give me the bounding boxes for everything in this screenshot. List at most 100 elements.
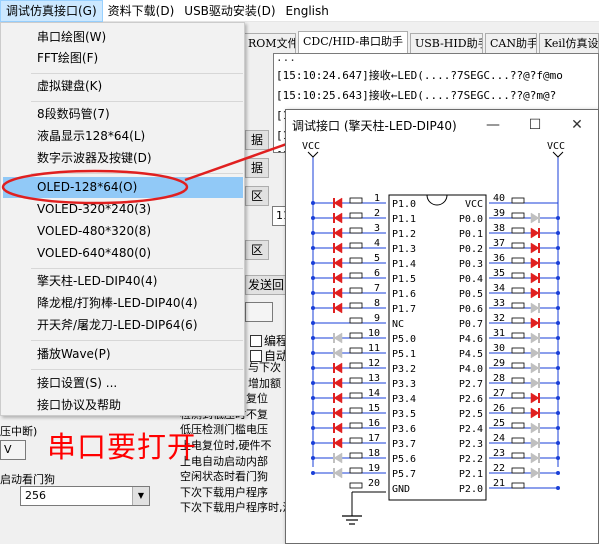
menu-item-play-wave[interactable]: 播放Wave(P) [3, 344, 243, 365]
pin-name: P4.6 [459, 334, 483, 345]
data-button-2[interactable]: 据 [245, 158, 269, 178]
pin-number: 18 [368, 448, 380, 459]
menu-item-serial-plot[interactable]: 串口绘图(W) [3, 27, 243, 48]
pin-name: P4.0 [459, 364, 483, 375]
led-gray [530, 212, 540, 224]
pin-name: P0.1 [459, 229, 483, 240]
led-gray [333, 452, 343, 464]
vcc-left-label: VCC [302, 141, 320, 152]
pin-number: 20 [368, 478, 380, 489]
led-gray [530, 332, 540, 344]
led-red [333, 392, 343, 404]
resistor [511, 272, 525, 279]
led-red [333, 407, 343, 419]
pin-name: P2.4 [459, 424, 483, 435]
pin-number: 40 [493, 193, 505, 204]
menu-item-xianglonggun-dip40[interactable]: 降龙棍/打狗棒-LED-DIP40(4) [3, 293, 243, 314]
pin-name: P0.4 [459, 274, 483, 285]
resistor [511, 452, 525, 459]
resistor [349, 437, 363, 444]
voltage-field[interactable]: V [0, 440, 26, 460]
pin-name: P5.0 [392, 334, 416, 345]
close-icon[interactable]: ✕ [556, 110, 598, 140]
menu-item-voled-320x240[interactable]: VOLED-320*240(3) [3, 199, 243, 220]
menubar: 调试仿真接口(G) 资料下载(D) USB驱动安装(D) English [0, 0, 599, 22]
log-line: [15:10:24.647]接收←LED(....?7SEGC...??@?f@… [276, 69, 563, 82]
low-voltage-label: 压中断) [0, 425, 38, 438]
pin-name: P0.5 [459, 289, 483, 300]
pin-name: P1.6 [392, 289, 416, 300]
menu-downloads[interactable]: 资料下载(D) [103, 0, 180, 22]
menu-item-virtual-keyboard[interactable]: 虚拟键盘(K) [3, 76, 243, 97]
led-gray [530, 362, 540, 374]
menu-debug-interface[interactable]: 调试仿真接口(G) [0, 0, 103, 22]
menu-item-interface-settings[interactable]: 接口设置(S) ... [3, 373, 243, 394]
pin-number: 17 [368, 433, 380, 444]
pin-number: 22 [493, 463, 505, 474]
pin-number: 2 [374, 208, 380, 219]
pin-number: 9 [374, 313, 380, 324]
menu-item-oscilloscope[interactable]: 数字示波器及按键(D) [3, 148, 243, 169]
resistor [349, 392, 363, 399]
tab-can[interactable]: CAN助手 [485, 33, 537, 54]
pin-number: 12 [368, 358, 380, 369]
pin-number: 37 [493, 238, 505, 249]
tab-rom-file[interactable]: ROM文件 [243, 33, 296, 54]
maximize-icon[interactable]: ☐ [514, 110, 556, 140]
tab-keil-sim[interactable]: Keil仿真设 [539, 33, 599, 54]
watchdog-combo[interactable]: 256 ▼ [20, 486, 150, 506]
pin-number: 21 [493, 478, 505, 489]
pin-name: P4.5 [459, 349, 483, 360]
data-button-1[interactable]: 据 [245, 130, 269, 150]
led-red [333, 377, 343, 389]
resistor [349, 467, 363, 474]
clear-button-2[interactable]: 区 [245, 240, 269, 260]
menu-item-voled-640x480[interactable]: VOLED-640*480(0) [3, 243, 243, 264]
watchdog-label: 启动看门狗 [0, 473, 55, 486]
dip40-schematic: VCC VCC 1 P1.0 2 P1.1 3 P1.2 4 P1.3 5 P1.4 6 P1.5 7 P… [302, 141, 565, 525]
menu-item-kaitianfu-dip64[interactable]: 开天斧/屠龙刀-LED-DIP64(6) [3, 315, 243, 336]
led-red [530, 227, 540, 239]
resistor [349, 257, 363, 264]
menu-item-lcd-128x64[interactable]: 液晶显示128*64(L) [3, 126, 243, 147]
led-red [333, 227, 343, 239]
led-red [333, 437, 343, 449]
clear-button-1[interactable]: 区 [245, 186, 269, 206]
tab-usb-hid[interactable]: USB-HID助手 [410, 33, 483, 54]
pin-number: 10 [368, 328, 380, 339]
pin-name: P2.0 [459, 484, 483, 495]
menu-item-7seg[interactable]: 8段数码管(7) [3, 104, 243, 125]
minimize-icon[interactable]: — [472, 110, 514, 140]
menu-item-fft-plot[interactable]: FFT绘图(F) [3, 48, 243, 69]
menu-item-oled-128x64[interactable]: OLED-128*64(O) [3, 177, 243, 198]
pin-name: P2.5 [459, 409, 483, 420]
pin-number: 31 [493, 328, 505, 339]
chevron-down-icon[interactable]: ▼ [132, 487, 149, 505]
pin-number: 6 [374, 268, 380, 279]
note-line: 空闲状态时看门狗 [180, 470, 268, 484]
menu-item-protocol-help[interactable]: 接口协议及帮助 [3, 395, 243, 416]
pin-name: P0.7 [459, 319, 483, 330]
resistor [511, 347, 525, 354]
menu-item-qingtianzhu-dip40[interactable]: 擎天柱-LED-DIP40(4) [3, 271, 243, 292]
window-titlebar[interactable]: 调试接口 (擎天柱-LED-DIP40) — ☐ ✕ [286, 110, 598, 140]
menu-english[interactable]: English [281, 0, 334, 22]
log-line: [15:10:25.643]接收←LED(....?7SEGC...??@?m@… [276, 89, 557, 102]
menu-item-voled-480x320[interactable]: VOLED-480*320(8) [3, 221, 243, 242]
dropdown-field[interactable] [245, 302, 273, 322]
pin-number: 26 [493, 403, 505, 414]
pin-number: 30 [493, 343, 505, 354]
pin-number: 23 [493, 448, 505, 459]
resistor [349, 242, 363, 249]
combo-value: 256 [25, 489, 46, 502]
resistor [511, 332, 525, 339]
menu-usb-driver[interactable]: USB驱动安装(D) [179, 0, 280, 22]
pin-name: P3.6 [392, 424, 416, 435]
resistor [511, 317, 525, 324]
resistor [511, 377, 525, 384]
tab-cdc-hid-serial[interactable]: CDC/HID-串口助手 [298, 31, 408, 55]
send-field[interactable]: 11 [272, 206, 286, 226]
checkbox-box[interactable] [250, 334, 262, 347]
led-gray [530, 347, 540, 359]
send-back-button[interactable]: 发送回 [245, 275, 287, 295]
